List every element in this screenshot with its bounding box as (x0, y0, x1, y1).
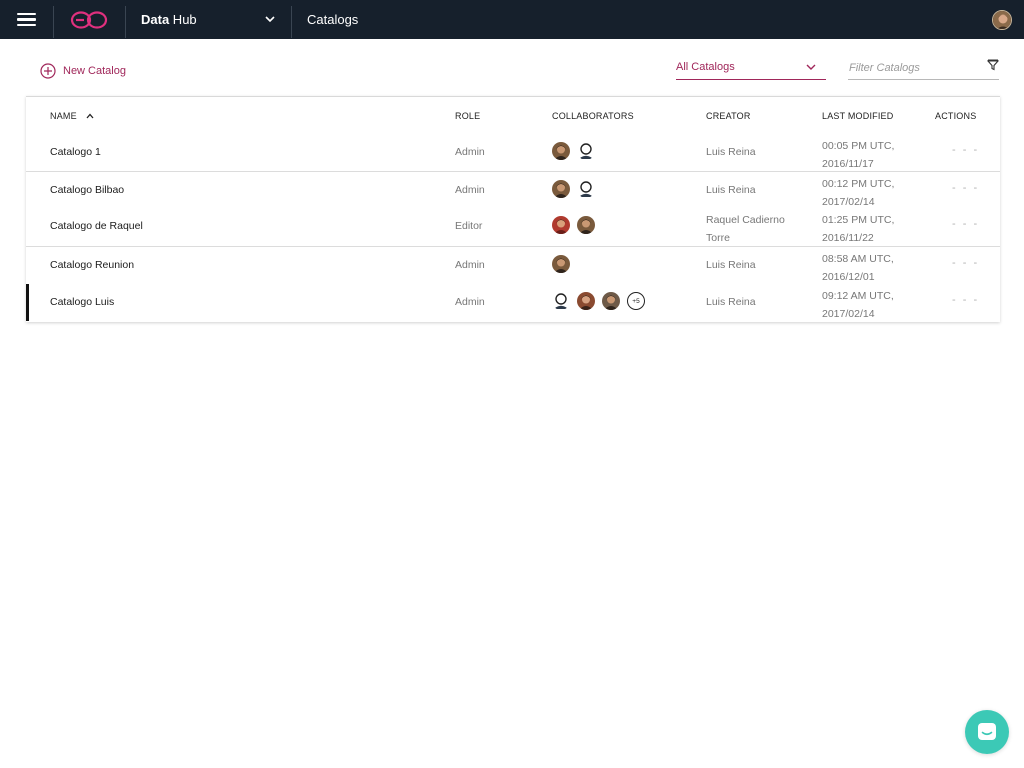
top-bar: Data Hub Catalogs (0, 0, 1024, 39)
product-selector[interactable]: Data Hub (126, 0, 291, 39)
catalog-name[interactable]: Catalogo de Raquel (50, 220, 143, 232)
collaborator-placeholder-avatar[interactable] (552, 292, 570, 310)
more-collaborators-badge[interactable]: +5 (627, 292, 645, 310)
menu-button[interactable] (0, 0, 52, 39)
collaborator-avatar[interactable] (602, 292, 620, 310)
collaborators-list (552, 180, 602, 198)
divider (291, 6, 292, 38)
table-row[interactable]: Catalogo 1 Admin Luis Reina 00:05 PM UTC… (26, 134, 1000, 171)
catalog-scope-value: All Catalogs (676, 61, 735, 73)
collaborators-list: +5 (552, 292, 645, 310)
collaborator-avatar[interactable] (577, 292, 595, 310)
column-header-role[interactable]: ROLE (455, 111, 480, 121)
user-avatar[interactable] (992, 10, 1012, 30)
catalog-name[interactable]: Catalogo 1 (50, 146, 101, 158)
collaborators-list (552, 142, 602, 160)
divider (53, 6, 54, 38)
table-row[interactable]: Catalogo de Raquel Editor Raquel Cadiern… (26, 208, 1000, 245)
catalog-role: Admin (455, 296, 485, 308)
table-row[interactable]: Catalogo Bilbao Admin Luis Reina 00:12 P… (26, 171, 1000, 208)
row-actions-menu[interactable]: - - - (952, 257, 979, 269)
row-actions-menu[interactable]: - - - (952, 182, 979, 194)
catalogs-table: NAME ROLE COLLABORATORS CREATOR LAST MOD… (26, 96, 1000, 322)
catalog-last-modified: 09:12 AM UTC, 2017/02/14 (822, 290, 894, 320)
catalog-scope-select[interactable]: All Catalogs (676, 56, 826, 80)
catalog-creator: Luis Reina (706, 146, 756, 158)
catalog-last-modified: 00:12 PM UTC, 2017/02/14 (822, 178, 895, 208)
filter-catalogs-input[interactable] (848, 56, 999, 80)
catalog-creator: Luis Reina (706, 296, 756, 308)
filter-icon[interactable] (987, 59, 999, 71)
column-header-creator[interactable]: CREATOR (706, 111, 751, 121)
collaborator-avatar[interactable] (552, 216, 570, 234)
new-catalog-label: New Catalog (63, 65, 126, 77)
catalog-creator: Luis Reina (706, 259, 756, 271)
collaborator-placeholder-avatar[interactable] (577, 142, 595, 160)
catalog-role: Admin (455, 184, 485, 196)
column-header-collaborators[interactable]: COLLABORATORS (552, 111, 634, 121)
catalog-last-modified: 08:58 AM UTC, 2016/12/01 (822, 253, 894, 283)
add-circle-icon (40, 63, 56, 79)
collaborator-avatar[interactable] (552, 180, 570, 198)
chat-launcher-button[interactable] (965, 710, 1009, 754)
catalog-name[interactable]: Catalogo Luis (50, 296, 114, 308)
row-actions-menu[interactable]: - - - (952, 144, 979, 156)
catalog-last-modified: 01:25 PM UTC, 2016/11/22 (822, 214, 895, 244)
catalog-last-modified: 00:05 PM UTC, 2016/11/17 (822, 140, 895, 170)
sort-ascending-icon (86, 113, 94, 119)
catalog-name[interactable]: Catalogo Bilbao (50, 184, 124, 196)
product-name: Data Hub (141, 12, 197, 27)
catalog-role: Admin (455, 259, 485, 271)
column-header-last-modified[interactable]: LAST MODIFIED (822, 111, 893, 121)
row-actions-menu[interactable]: - - - (952, 294, 979, 306)
chevron-down-icon (806, 64, 816, 70)
catalog-name[interactable]: Catalogo Reunion (50, 259, 134, 271)
collaborator-avatar[interactable] (552, 255, 570, 273)
catalog-role: Editor (455, 220, 483, 232)
catalog-role: Admin (455, 146, 485, 158)
column-header-actions: ACTIONS (935, 111, 977, 121)
collaborator-avatar[interactable] (577, 216, 595, 234)
catalog-creator: Raquel Cadierno Torre (706, 214, 785, 244)
catalog-creator: Luis Reina (706, 184, 756, 196)
collaborators-list (552, 216, 602, 234)
column-header-name[interactable]: NAME (50, 111, 94, 121)
hamburger-icon (16, 12, 36, 27)
collaborators-list (552, 255, 577, 273)
collaborator-avatar[interactable] (552, 142, 570, 160)
row-actions-menu[interactable]: - - - (952, 218, 979, 230)
logo-icon[interactable] (70, 10, 108, 30)
table-row-selected[interactable]: Catalogo Luis Admin +5 Luis Reina 09:12 … (26, 284, 1000, 321)
chevron-down-icon (265, 16, 275, 23)
new-catalog-button[interactable]: New Catalog (40, 63, 126, 79)
collaborator-placeholder-avatar[interactable] (577, 180, 595, 198)
table-row[interactable]: Catalogo Reunion Admin Luis Reina 08:58 … (26, 246, 1000, 283)
table-header: NAME ROLE COLLABORATORS CREATOR LAST MOD… (26, 97, 1000, 135)
page-title: Catalogs (307, 12, 359, 27)
chat-icon (978, 723, 996, 740)
